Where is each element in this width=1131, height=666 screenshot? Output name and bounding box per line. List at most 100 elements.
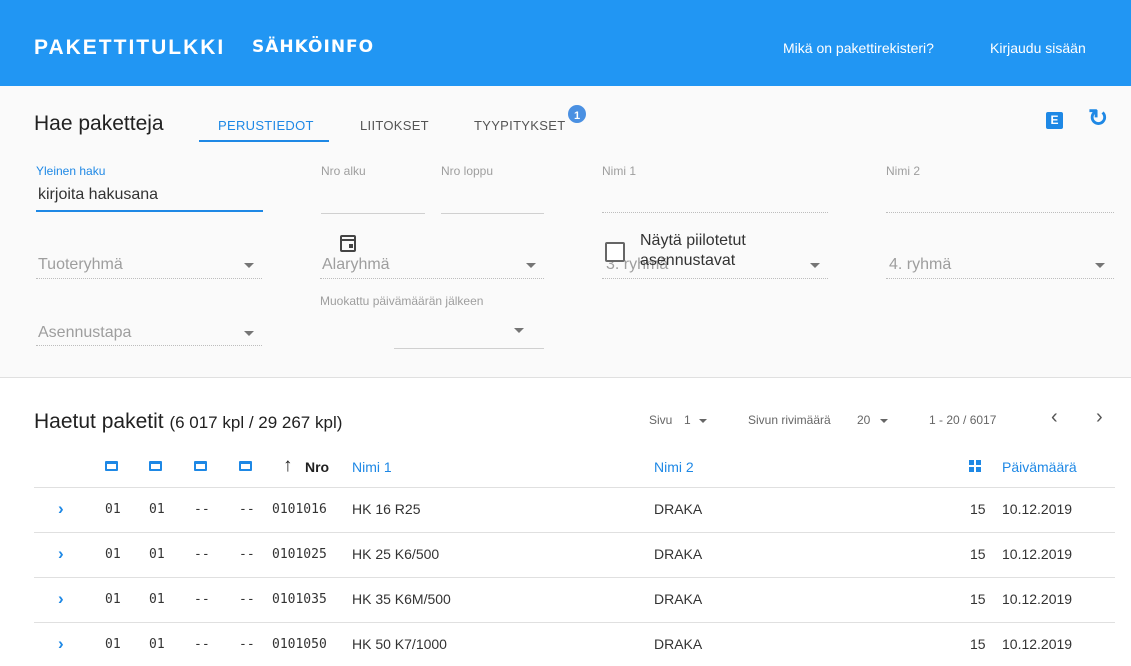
count-cell: 15 bbox=[970, 591, 986, 607]
tab-liitokset[interactable]: LIITOKSET bbox=[360, 118, 429, 133]
prev-page-icon[interactable]: ‹ bbox=[1051, 406, 1058, 429]
results-count: (6 017 kpl / 29 267 kpl) bbox=[169, 413, 343, 432]
group3-cell: -- bbox=[194, 637, 210, 652]
tab-perustiedot[interactable]: PERUSTIEDOT bbox=[218, 118, 314, 133]
group4-underline bbox=[886, 278, 1114, 279]
group1-cell: 01 bbox=[105, 547, 121, 562]
name1-cell: HK 50 K7/1000 bbox=[352, 636, 447, 652]
column-nro[interactable]: Nro bbox=[305, 459, 329, 475]
nro-cell: 0101050 bbox=[272, 637, 327, 652]
folder-icon[interactable] bbox=[105, 461, 118, 471]
expand-row-icon[interactable]: › bbox=[58, 544, 64, 564]
page-label: Sivu bbox=[649, 413, 673, 427]
header-divider bbox=[34, 487, 1115, 488]
table-row-divider bbox=[34, 622, 1115, 623]
folder-icon[interactable] bbox=[149, 461, 162, 471]
date-cell: 10.12.2019 bbox=[1002, 546, 1073, 562]
search-card: Hae paketteja PERUSTIEDOT LIITOKSET TYYP… bbox=[0, 86, 1131, 378]
group2-cell: 01 bbox=[149, 547, 165, 562]
nro-start-input[interactable] bbox=[321, 213, 425, 214]
name2-cell: DRAKA bbox=[654, 501, 703, 517]
name2-input[interactable] bbox=[886, 212, 1114, 213]
general-search-underline bbox=[36, 210, 263, 212]
results-title: Haetut paketit (6 017 kpl / 29 267 kpl) bbox=[34, 410, 343, 433]
export-icon[interactable]: E bbox=[1046, 112, 1063, 129]
modified-after-label: Muokattu päivämäärän jälkeen bbox=[320, 294, 484, 308]
group1-cell: 01 bbox=[105, 592, 121, 607]
nro-start-label: Nro alku bbox=[321, 164, 366, 178]
modified-after-select[interactable] bbox=[394, 348, 544, 349]
folder-icon[interactable] bbox=[194, 461, 207, 471]
folder-icon[interactable] bbox=[239, 461, 252, 471]
next-page-icon[interactable]: › bbox=[1096, 406, 1103, 429]
group3-cell: -- bbox=[194, 502, 210, 517]
sort-up-icon[interactable]: ↑ bbox=[283, 455, 293, 477]
product-group-select[interactable]: Tuoteryhmä bbox=[38, 256, 123, 274]
group2-cell: 01 bbox=[149, 502, 165, 517]
group3-cell: -- bbox=[194, 547, 210, 562]
count-cell: 15 bbox=[970, 546, 986, 562]
chevron-down-icon bbox=[244, 331, 254, 336]
date-cell: 10.12.2019 bbox=[1002, 501, 1073, 517]
name2-cell: DRAKA bbox=[654, 546, 703, 562]
rows-per-page-select[interactable]: 20 bbox=[857, 413, 870, 427]
search-title: Hae paketteja bbox=[34, 112, 164, 135]
table-row-divider bbox=[34, 577, 1115, 578]
group4-cell: -- bbox=[239, 637, 255, 652]
group1-cell: 01 bbox=[105, 637, 121, 652]
tab-tyypitykset[interactable]: TYYPITYKSET bbox=[474, 118, 565, 133]
general-search-input[interactable]: kirjoita hakusana bbox=[38, 186, 158, 204]
nro-cell: 0101035 bbox=[272, 592, 327, 607]
subgroup-select[interactable]: Alaryhmä bbox=[322, 256, 390, 274]
nro-end-input[interactable] bbox=[441, 213, 544, 214]
calendar-icon[interactable] bbox=[340, 235, 356, 252]
chevron-down-icon bbox=[244, 263, 254, 268]
date-cell: 10.12.2019 bbox=[1002, 636, 1073, 652]
group4-cell: -- bbox=[239, 592, 255, 607]
brand-logo: SÄHKÖINFO bbox=[252, 37, 375, 57]
what-is-registry-link[interactable]: Mikä on pakettirekisteri? bbox=[783, 40, 934, 56]
grid-icon[interactable] bbox=[969, 460, 981, 472]
group4-cell: -- bbox=[239, 502, 255, 517]
nro-cell: 0101025 bbox=[272, 547, 327, 562]
refresh-icon[interactable]: ↻ bbox=[1088, 106, 1108, 132]
expand-row-icon[interactable]: › bbox=[58, 589, 64, 609]
expand-row-icon[interactable]: › bbox=[58, 634, 64, 654]
name1-input[interactable] bbox=[602, 212, 828, 213]
name2-label: Nimi 2 bbox=[886, 164, 921, 178]
show-hidden-label: Näytä piilotetut asennustavat bbox=[640, 232, 746, 269]
page-select[interactable]: 1 bbox=[684, 413, 691, 427]
nro-cell: 0101016 bbox=[272, 502, 327, 517]
range-text: 1 - 20 / 6017 bbox=[929, 413, 997, 427]
column-date[interactable]: Päivämäärä bbox=[1002, 459, 1077, 475]
name2-cell: DRAKA bbox=[654, 591, 703, 607]
app-title[interactable]: PAKETTITULKKI bbox=[34, 36, 225, 60]
name2-cell: DRAKA bbox=[654, 636, 703, 652]
chevron-down-icon bbox=[1095, 263, 1105, 268]
column-name1[interactable]: Nimi 1 bbox=[352, 459, 392, 475]
name1-cell: HK 25 K6/500 bbox=[352, 546, 440, 562]
group1-cell: 01 bbox=[105, 502, 121, 517]
chevron-down-icon bbox=[880, 419, 888, 423]
chevron-down-icon bbox=[810, 263, 820, 268]
show-hidden-checkbox[interactable] bbox=[605, 242, 625, 262]
group4-select[interactable]: 4. ryhmä bbox=[889, 256, 951, 274]
count-cell: 15 bbox=[970, 636, 986, 652]
login-link[interactable]: Kirjaudu sisään bbox=[990, 40, 1086, 56]
install-method-select[interactable]: Asennustapa bbox=[38, 324, 131, 342]
group3-underline bbox=[602, 278, 828, 279]
tab-badge: 1 bbox=[566, 103, 588, 125]
app-bar: PAKETTITULKKI SÄHKÖINFO Mikä on pakettir… bbox=[0, 0, 1131, 86]
subgroup-underline bbox=[320, 278, 544, 279]
expand-row-icon[interactable]: › bbox=[58, 499, 64, 519]
group2-cell: 01 bbox=[149, 592, 165, 607]
chevron-down-icon bbox=[699, 419, 707, 423]
group4-cell: -- bbox=[239, 547, 255, 562]
nro-end-label: Nro loppu bbox=[441, 164, 494, 178]
tab-indicator bbox=[199, 140, 329, 142]
column-name2[interactable]: Nimi 2 bbox=[654, 459, 694, 475]
name1-cell: HK 35 K6M/500 bbox=[352, 591, 451, 607]
chevron-down-icon bbox=[514, 328, 524, 333]
product-group-underline bbox=[36, 278, 262, 279]
group2-cell: 01 bbox=[149, 637, 165, 652]
